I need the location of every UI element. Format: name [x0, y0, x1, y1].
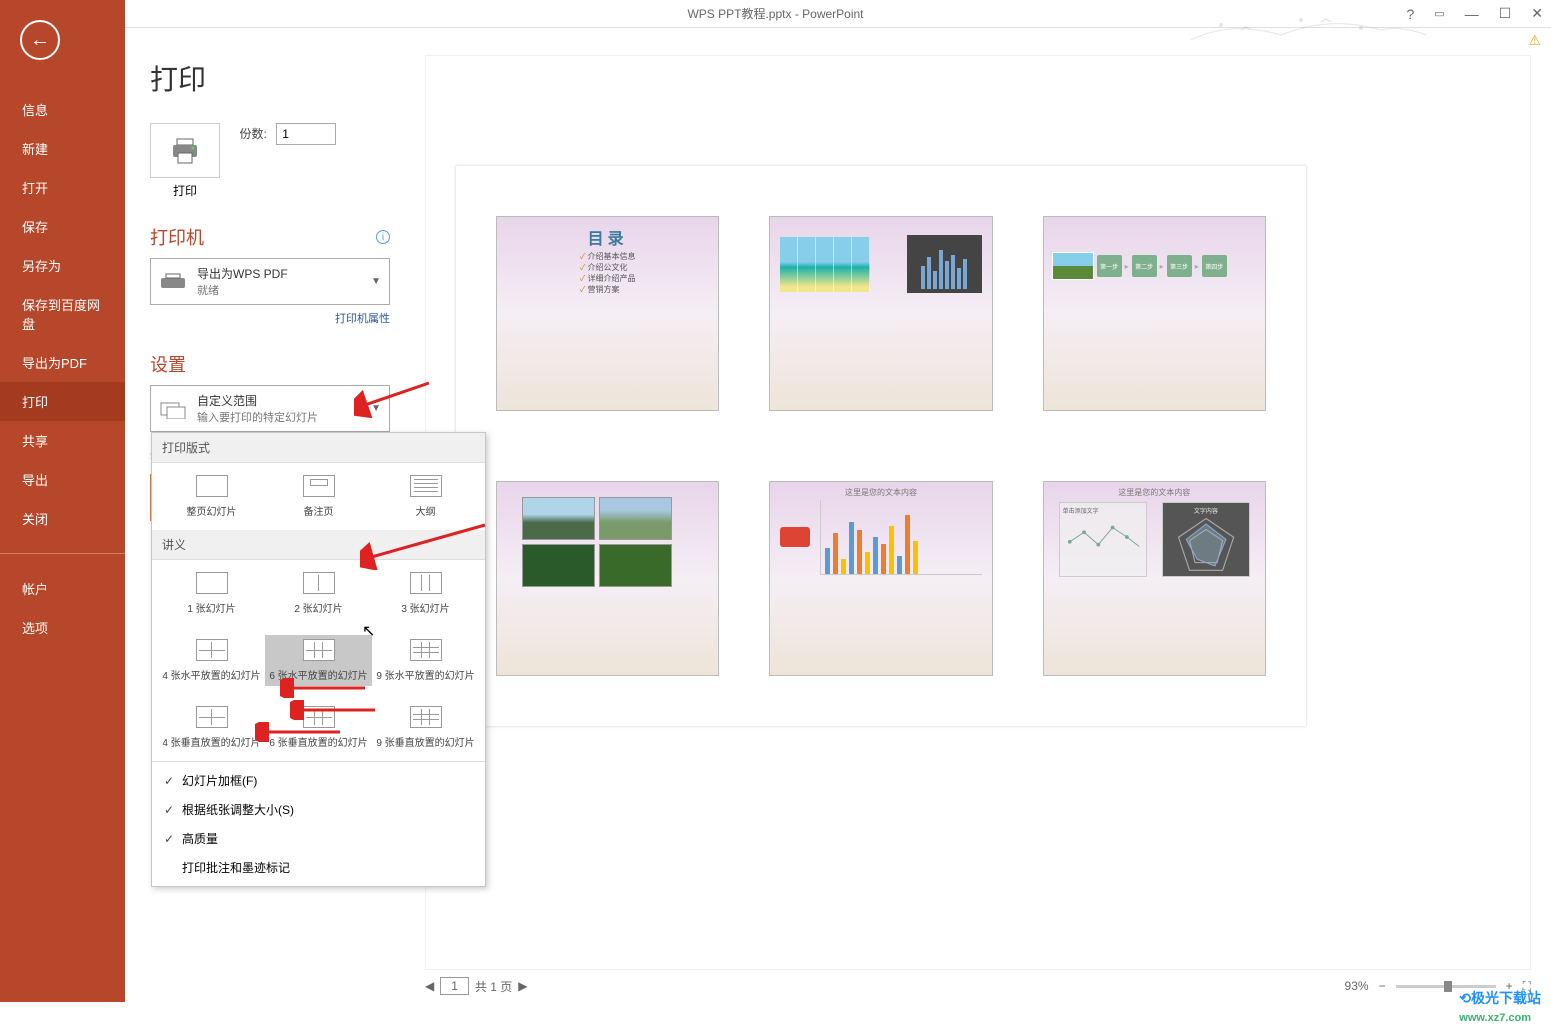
window-title: WPS PPT教程.pptx - PowerPoint [687, 5, 863, 22]
printer-header: 打印机 i [150, 224, 390, 250]
printer-icon [169, 137, 201, 165]
preview-thumb-4: 4 [496, 481, 719, 676]
page-number-input[interactable]: 1 [440, 977, 469, 995]
chevron-down-icon: ▼ [371, 403, 381, 414]
sidebar-item-open[interactable]: 打开 [0, 168, 125, 207]
zoom-label: 93% [1345, 979, 1369, 993]
print-heading: 打印 [150, 58, 390, 98]
layout-3-slides[interactable]: 3 张幻灯片 [372, 568, 479, 619]
preview-thumb-6: 这里是您的文本内容 单击添加文字 文字内容 6 [1043, 481, 1266, 676]
layout-1-slide[interactable]: 1 张幻灯片 [158, 568, 265, 619]
layout-notes[interactable]: 备注页 [265, 471, 372, 522]
range-dropdown[interactable]: 自定义范围 输入要打印的特定幻灯片 ▼ [150, 385, 390, 432]
watermark: ⟲极光下载站 www.xz7.com [1459, 988, 1541, 1024]
copies-input[interactable] [276, 123, 336, 145]
layout-2-slides[interactable]: 2 张幻灯片 [265, 568, 372, 619]
sidebar-item-saveas[interactable]: 另存为 [0, 246, 125, 285]
settings-header: 设置 [150, 351, 390, 377]
page-total: 共 1 页 [475, 978, 512, 995]
layout-outline[interactable]: 大纲 [372, 471, 479, 522]
maximize-icon[interactable]: ☐ [1499, 5, 1512, 22]
printer-small-icon [159, 272, 187, 292]
sidebar-item-save[interactable]: 保存 [0, 207, 125, 246]
sidebar-item-info[interactable]: 信息 [0, 90, 125, 129]
chevron-down-icon: ▼ [371, 276, 381, 287]
sidebar-item-new[interactable]: 新建 [0, 129, 125, 168]
layout-6h-slides[interactable]: 6 张水平放置的幻灯片 [265, 635, 372, 686]
print-preview: 目录 介绍基本信息 介绍公文化 详细介绍产品 营销方案 1 2 第一步▸ [425, 55, 1531, 970]
minimize-icon[interactable]: — [1465, 6, 1479, 22]
copies-label: 份数: [239, 127, 266, 141]
cursor-icon: ↖ [362, 621, 375, 641]
layout-9v-slides[interactable]: 9 张垂直放置的幻灯片 [372, 702, 479, 753]
preview-page: 目录 介绍基本信息 介绍公文化 详细介绍产品 营销方案 1 2 第一步▸ [456, 166, 1306, 726]
layout-full-slide[interactable]: 整页幻灯片 [158, 471, 265, 522]
slides-range-icon [159, 399, 187, 419]
preview-footer: ◀ 1 共 1 页 ▶ 93% − + ⛶ [425, 972, 1531, 1000]
layout-4h-slides[interactable]: 4 张水平放置的幻灯片 [158, 635, 265, 686]
layout-4v-slides[interactable]: 4 张垂直放置的幻灯片 [158, 702, 265, 753]
popup-section-handout: 讲义 [152, 530, 485, 560]
preview-thumb-1: 目录 介绍基本信息 介绍公文化 详细介绍产品 营销方案 1 [496, 216, 719, 411]
preview-thumb-2: 2 [769, 216, 992, 411]
prev-page-btn[interactable]: ◀ [425, 979, 434, 993]
decorative-branches [1181, 0, 1431, 60]
warning-icon[interactable]: ⚠ [1528, 32, 1541, 49]
print-button[interactable] [150, 123, 220, 178]
printer-properties-link[interactable]: 打印机属性 [150, 310, 390, 326]
check-high-quality[interactable]: ✓高质量 [152, 824, 485, 853]
next-page-btn[interactable]: ▶ [518, 979, 527, 993]
printer-dropdown[interactable]: 导出为WPS PDF 就绪 ▼ [150, 258, 390, 305]
back-button[interactable]: ← [20, 20, 60, 60]
title-bar: WPS PPT教程.pptx - PowerPoint ? ▭ — ☐ ✕ [0, 0, 1551, 28]
window-controls: ? ▭ — ☐ ✕ [1407, 5, 1544, 22]
ribbon-toggle-icon[interactable]: ▭ [1434, 7, 1444, 20]
backstage-sidebar: ← 信息 新建 打开 保存 另存为 保存到百度网盘 导出为PDF 打印 共享 导… [0, 0, 125, 1002]
check-frame-slides[interactable]: ✓幻灯片加框(F) [152, 766, 485, 795]
preview-thumb-5: 这里是您的文本内容 5 [769, 481, 992, 676]
sidebar-item-export[interactable]: 导出 [0, 460, 125, 499]
help-icon[interactable]: ? [1407, 6, 1415, 22]
info-icon[interactable]: i [376, 230, 390, 244]
preview-thumb-3: 第一步▸ 第二步▸ 第三步▸ 第四步 3 [1043, 216, 1266, 411]
check-print-comments[interactable]: 打印批注和墨迹标记 [152, 853, 485, 882]
close-icon[interactable]: ✕ [1531, 5, 1543, 22]
sidebar-item-baidu[interactable]: 保存到百度网盘 [0, 285, 125, 343]
sidebar-item-print[interactable]: 打印 [0, 382, 125, 421]
zoom-out-btn[interactable]: − [1379, 979, 1386, 993]
popup-section-printstyle: 打印版式 [152, 433, 485, 463]
sidebar-item-close[interactable]: 关闭 [0, 499, 125, 538]
check-scale-to-paper[interactable]: ✓根据纸张调整大小(S) [152, 795, 485, 824]
layout-9h-slides[interactable]: 9 张水平放置的幻灯片 [372, 635, 479, 686]
sidebar-item-share[interactable]: 共享 [0, 421, 125, 460]
sidebar-item-exportpdf[interactable]: 导出为PDF [0, 343, 125, 382]
print-button-label: 打印 [150, 182, 220, 199]
sidebar-item-options[interactable]: 选项 [0, 608, 125, 647]
layout-6v-slides[interactable]: 6 张垂直放置的幻灯片 [265, 702, 372, 753]
sidebar-item-account[interactable]: 帐户 [0, 569, 125, 608]
layout-popup: 打印版式 整页幻灯片 备注页 大纲 讲义 1 张幻灯片 2 张幻灯片 3 张幻灯… [151, 432, 486, 887]
